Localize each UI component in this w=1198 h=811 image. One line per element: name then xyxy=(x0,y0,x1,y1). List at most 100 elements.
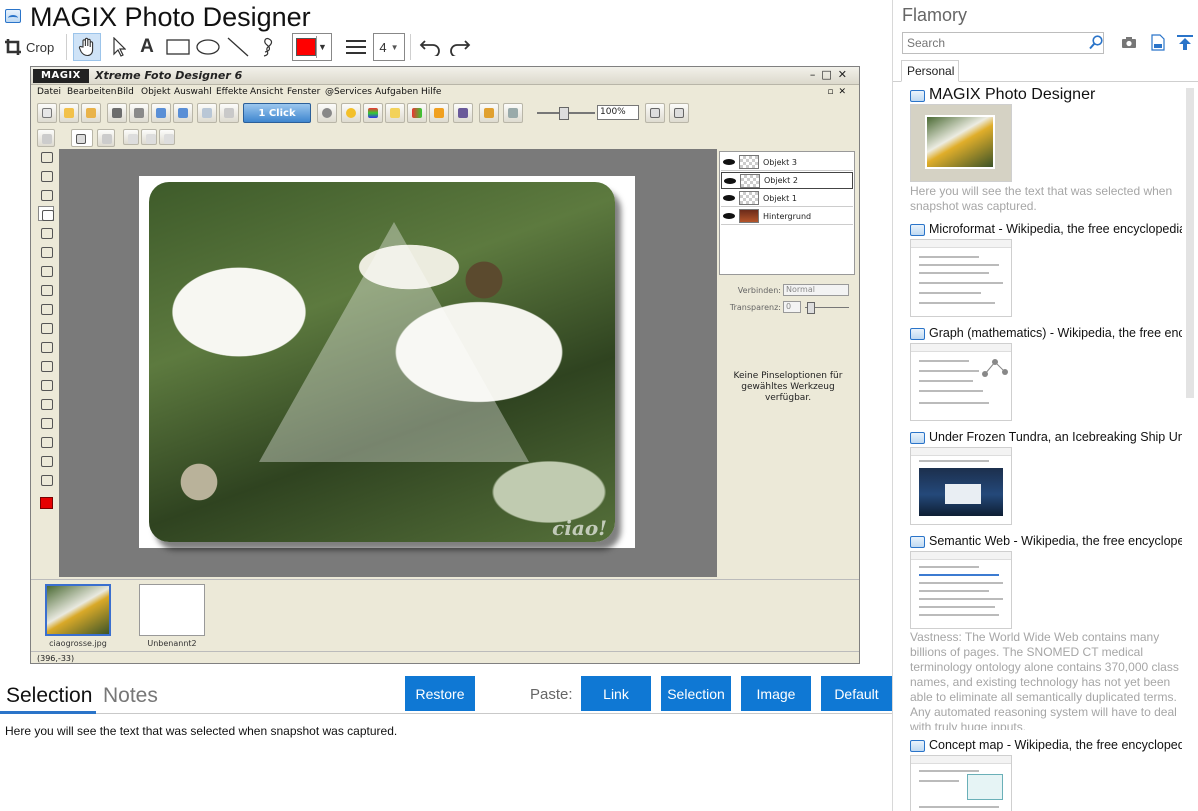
layer-name: Objekt 1 xyxy=(763,193,797,203)
snapshot-thumbnail xyxy=(910,239,1012,317)
snapshot-entry[interactable]: MAGIX Photo Designer xyxy=(910,86,1182,184)
magix-tool-icon xyxy=(38,168,54,183)
magix-tool-icon xyxy=(503,103,523,123)
photo-watermark: ciao! xyxy=(552,516,607,540)
magix-tool-icon xyxy=(669,103,689,123)
magix-color-swatch xyxy=(40,497,53,509)
snapshot-entry[interactable]: Graph (mathematics) - Wikipedia, the fre… xyxy=(910,326,1182,422)
snapshot-thumbnail xyxy=(910,755,1012,811)
line-width-select[interactable]: 4 ▼ xyxy=(373,33,405,61)
ellipse-icon xyxy=(196,39,220,55)
magix-tool-icon xyxy=(38,244,54,259)
paste-selection-button[interactable]: Selection xyxy=(661,676,731,711)
magix-menu-item: Bild xyxy=(117,87,134,97)
magix-tool-icon xyxy=(38,225,54,240)
tab-notes[interactable]: Notes xyxy=(103,684,158,708)
snapshot-entry[interactable]: Semantic Web - Wikipedia, the free encyc… xyxy=(910,534,1182,630)
paste-label: Paste: xyxy=(530,686,573,703)
magix-toolbar-secondary xyxy=(35,127,335,149)
color-swatch xyxy=(296,38,316,56)
snapshot-entry[interactable]: Microformat - Wikipedia, the free encycl… xyxy=(910,222,1182,318)
hand-icon xyxy=(78,37,94,57)
layer-thumb xyxy=(739,155,759,169)
magix-tool-icon xyxy=(97,129,115,147)
snapshot-thumbnail xyxy=(910,104,1012,182)
magix-menu-item: Effekte xyxy=(216,87,248,97)
snapshot-icon xyxy=(910,328,925,340)
magix-menu-item: Auswahl xyxy=(174,87,212,97)
thumbnail-item: ciaogrosse.jpg xyxy=(45,584,111,648)
layer-thumb xyxy=(739,191,759,205)
layer-row: Objekt 3 xyxy=(721,154,853,171)
color-picker[interactable]: ▼ xyxy=(292,33,332,61)
triangle-object xyxy=(259,222,529,462)
snapshot-icon xyxy=(910,536,925,548)
snapshot-icon xyxy=(910,432,925,444)
magix-tool-icon xyxy=(38,320,54,335)
line-width-button[interactable] xyxy=(343,33,369,61)
layer-row: Hintergrund xyxy=(721,208,853,225)
magix-zoom-slider xyxy=(537,107,595,120)
freehand-tool-button[interactable] xyxy=(254,33,282,61)
snapshot-entry[interactable]: Concept map - Wikipedia, the free encycl… xyxy=(910,738,1182,811)
paste-default-button[interactable]: Default xyxy=(821,676,892,711)
magix-tool-icon xyxy=(151,103,171,123)
magix-tool-icon xyxy=(107,103,127,123)
magix-tool-icon xyxy=(38,472,54,487)
snapshot-title: Under Frozen Tundra, an Icebreaking Ship… xyxy=(929,430,1182,444)
transparency-value: 0 xyxy=(783,301,801,313)
magix-tool-icon xyxy=(407,103,427,123)
thumbnail-image xyxy=(139,584,205,636)
magix-tool-icon xyxy=(59,103,79,123)
paste-image-button[interactable]: Image xyxy=(741,676,811,711)
line-icon xyxy=(227,37,249,57)
tab-personal[interactable]: Personal xyxy=(901,60,959,82)
crop-button[interactable]: Crop xyxy=(4,33,62,61)
line-tool-button[interactable] xyxy=(224,33,252,61)
panel-scrollbar[interactable] xyxy=(1183,82,1197,811)
redo-button[interactable] xyxy=(446,33,474,61)
snapshot-icon xyxy=(910,740,925,752)
selection-text: Here you will see the text that was sele… xyxy=(5,724,398,738)
layer-row: Objekt 2 xyxy=(721,172,853,189)
eye-icon xyxy=(723,159,735,165)
upload-icon[interactable] xyxy=(1176,34,1194,51)
magix-layers-panel: Objekt 3 Objekt 2 Objekt 1 Hintergrund xyxy=(719,151,855,275)
magix-window-buttons: –□✕ xyxy=(809,68,853,81)
tab-selection[interactable]: Selection xyxy=(6,684,92,708)
search-icon[interactable] xyxy=(1089,35,1103,50)
snapshot-title: Graph (mathematics) - Wikipedia, the fre… xyxy=(929,326,1182,340)
snapshot-image[interactable]: MAGIX Xtreme Foto Designer 6 –□✕ Datei B… xyxy=(30,66,860,664)
camera-icon[interactable] xyxy=(1121,36,1137,49)
magix-menu-item: Datei xyxy=(37,87,62,97)
magix-tool-icon xyxy=(363,103,383,123)
magix-toolbar: 1 Click 100% xyxy=(35,101,855,125)
ellipse-tool-button[interactable] xyxy=(194,33,222,61)
crop-label: Crop xyxy=(26,39,55,55)
title-bar: MAGIX Photo Designer xyxy=(0,0,892,34)
hand-tool-button[interactable] xyxy=(73,33,101,61)
layer-name: Objekt 3 xyxy=(763,157,797,167)
document-icon[interactable] xyxy=(1151,34,1165,51)
snapshot-entry[interactable]: Under Frozen Tundra, an Icebreaking Ship… xyxy=(910,430,1182,526)
magix-tool-icon xyxy=(38,187,54,202)
thumbnail-item: Unbenannt2 xyxy=(139,584,205,648)
magix-tool-icon xyxy=(479,103,499,123)
annotation-toolbar: Crop A ▼ 4 ▼ xyxy=(0,32,892,62)
layer-thumb xyxy=(740,173,760,188)
search-input[interactable] xyxy=(902,32,1104,54)
pointer-tool-button[interactable] xyxy=(106,33,132,61)
magix-canvas: ciao! xyxy=(139,176,635,548)
restore-button[interactable]: Restore xyxy=(405,676,475,711)
magix-tool-icon xyxy=(81,103,101,123)
magix-tool-icon xyxy=(123,129,139,145)
snapshot-title: MAGIX Photo Designer xyxy=(929,86,1096,103)
magix-logo: MAGIX xyxy=(33,69,89,83)
chevron-down-icon: ▼ xyxy=(316,36,328,58)
scrollbar-thumb[interactable] xyxy=(1186,88,1194,398)
text-tool-button[interactable]: A xyxy=(134,33,160,61)
rectangle-tool-button[interactable] xyxy=(164,33,192,61)
undo-button[interactable] xyxy=(416,33,444,61)
paste-link-button[interactable]: Link xyxy=(581,676,651,711)
layer-thumb xyxy=(739,209,759,223)
